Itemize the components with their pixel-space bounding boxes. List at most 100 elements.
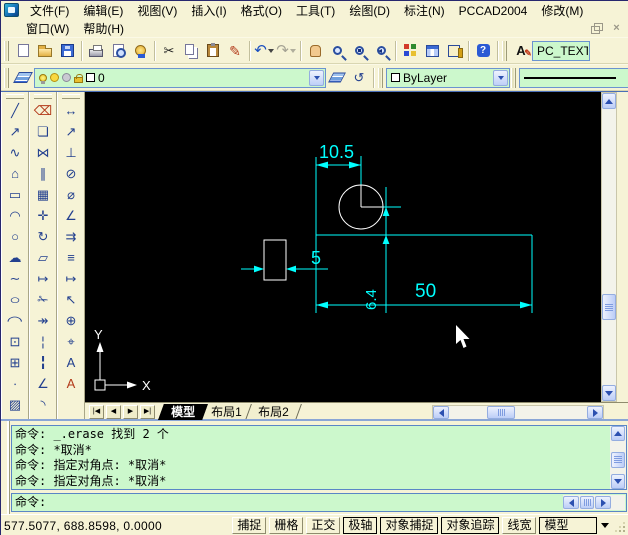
toolbar-grip[interactable] <box>4 40 9 61</box>
fillet-button[interactable]: ◝ <box>31 394 56 415</box>
layer-lock-icon[interactable] <box>74 74 83 83</box>
tool-palettes-button[interactable] <box>443 40 465 62</box>
aligned-dimension-button[interactable]: ↗ <box>59 121 84 142</box>
linetype-combo[interactable] <box>519 67 628 88</box>
canvas-horizontal-scrollbar[interactable] <box>432 405 604 420</box>
close-button[interactable]: × <box>610 22 623 34</box>
trim-button[interactable]: ✁ <box>31 289 56 310</box>
properties-button[interactable] <box>399 40 421 62</box>
command-horizontal-scrollbar[interactable] <box>563 495 625 510</box>
horizontal-scroll-thumb[interactable] <box>487 406 515 419</box>
mirror-button[interactable]: ⋈ <box>31 142 56 163</box>
palette-grip[interactable] <box>6 94 24 99</box>
zoom-window-button[interactable] <box>348 40 370 62</box>
design-center-button[interactable] <box>421 40 443 62</box>
circle-button[interactable]: ○ <box>3 226 28 247</box>
angular-dimension-button[interactable]: ∠ <box>59 205 84 226</box>
spline-button[interactable]: ∼ <box>3 268 28 289</box>
cut-button[interactable]: ✂ <box>158 40 180 62</box>
menu-pccad2004[interactable]: PCCAD2004 <box>452 3 535 19</box>
status-toggle-栅格[interactable]: 栅格 <box>269 517 304 534</box>
polygon-button[interactable]: ⌂ <box>3 163 28 184</box>
zoom-previous-button[interactable] <box>370 40 392 62</box>
move-button[interactable]: ✛ <box>31 205 56 226</box>
color-combo-dropdown-button[interactable] <box>493 69 508 86</box>
insert-block-button[interactable]: ⊡ <box>3 331 28 352</box>
command-window-grip[interactable] <box>1 421 10 514</box>
menu-help[interactable]: 帮助(H) <box>76 21 131 37</box>
rotate-button[interactable]: ↻ <box>31 226 56 247</box>
offset-button[interactable]: ∥ <box>31 163 56 184</box>
break-button[interactable]: ╏ <box>31 352 56 373</box>
scroll-down-button[interactable] <box>602 385 616 401</box>
layer-combo[interactable]: 0 <box>34 67 326 88</box>
zoom-realtime-button[interactable] <box>326 40 348 62</box>
print-preview-button[interactable] <box>107 40 129 62</box>
center-mark-button[interactable]: ⌖ <box>59 331 84 352</box>
layer-freeze-sun-icon[interactable] <box>50 73 59 82</box>
continue-dimension-button[interactable]: ↦ <box>59 268 84 289</box>
extend-button[interactable]: ↠ <box>31 310 56 331</box>
revision-cloud-button[interactable]: ☁ <box>3 247 28 268</box>
radius-dimension-button[interactable]: ⊘ <box>59 163 84 184</box>
diameter-dimension-button[interactable]: ⌀ <box>59 184 84 205</box>
text-style-combo[interactable]: PC_TEXTS <box>532 40 590 61</box>
status-toggle-对象捕捉[interactable]: 对象捕捉 <box>380 517 439 534</box>
scroll-left-button[interactable] <box>563 496 579 509</box>
ellipse-button[interactable]: ○ <box>3 289 28 310</box>
layer-combo-dropdown-button[interactable] <box>309 69 324 86</box>
new-button[interactable] <box>12 40 34 62</box>
restore-button[interactable] <box>590 22 603 34</box>
menu-window[interactable]: 窗口(W) <box>19 21 76 37</box>
ordinate-dimension-button[interactable]: ⊥ <box>59 142 84 163</box>
match-properties-button[interactable]: ✎ <box>224 40 246 62</box>
toolbar-grip[interactable] <box>511 67 516 88</box>
tab-nav-last-button[interactable]: ▶| <box>140 404 155 419</box>
menu-dimension[interactable]: 标注(N) <box>397 3 452 19</box>
chamfer-button[interactable]: ∠ <box>31 373 56 394</box>
quick-leader-button[interactable]: ↖ <box>59 289 84 310</box>
save-button[interactable] <box>56 40 78 62</box>
app-icon[interactable] <box>4 3 19 17</box>
copy-button[interactable] <box>180 40 202 62</box>
canvas-vertical-scrollbar[interactable] <box>601 92 617 402</box>
status-toggle-正交[interactable]: 正交 <box>306 517 341 534</box>
layer-previous-button[interactable]: ↺ <box>348 67 370 89</box>
help-button[interactable]: ? <box>472 40 494 62</box>
menu-tools[interactable]: 工具(T) <box>289 3 342 19</box>
linear-dimension-button[interactable]: ↔ <box>59 100 84 121</box>
status-toggle-捕捉[interactable]: 捕捉 <box>232 517 267 534</box>
rectangle-button[interactable]: ▭ <box>3 184 28 205</box>
command-scroll-thumb[interactable] <box>611 451 625 468</box>
scroll-down-button[interactable] <box>611 474 625 489</box>
point-button[interactable]: ∙ <box>3 373 28 394</box>
scroll-up-button[interactable] <box>611 426 625 441</box>
toolbar-grip[interactable] <box>378 67 383 88</box>
pan-button[interactable] <box>304 40 326 62</box>
status-dropdown-caret-icon[interactable] <box>601 523 610 528</box>
break-at-point-button[interactable]: ¦ <box>31 331 56 352</box>
palette-grip[interactable] <box>34 94 52 99</box>
command-history-scrollbar[interactable] <box>610 426 626 489</box>
print-button[interactable] <box>85 40 107 62</box>
make-block-button[interactable]: ⊞ <box>3 352 28 373</box>
undo-dropdown-caret-icon[interactable] <box>267 48 274 53</box>
menu-format[interactable]: 格式(O) <box>234 3 289 19</box>
scroll-right-button[interactable] <box>587 406 603 419</box>
copy-object-button[interactable]: ❏ <box>31 121 56 142</box>
hatch-button[interactable]: ▨ <box>3 394 28 415</box>
polyline-button[interactable]: ∿ <box>3 142 28 163</box>
arc-button[interactable]: ◠ <box>3 205 28 226</box>
layer-on-bulb-icon[interactable] <box>39 73 47 84</box>
menu-view[interactable]: 视图(V) <box>130 3 184 19</box>
palette-grip[interactable] <box>62 94 80 99</box>
command-hscroll-thumb[interactable] <box>580 496 594 509</box>
tab-nav-prev-button[interactable]: ◀ <box>106 404 121 419</box>
menu-insert[interactable]: 插入(I) <box>184 3 233 19</box>
menu-edit[interactable]: 编辑(E) <box>76 3 130 19</box>
color-combo[interactable]: ByLayer <box>386 67 510 88</box>
ellipse-arc-button[interactable]: ◠ <box>3 310 28 331</box>
open-button[interactable] <box>34 40 56 62</box>
paste-button[interactable] <box>202 40 224 62</box>
text-style-button[interactable]: A <box>510 40 532 62</box>
